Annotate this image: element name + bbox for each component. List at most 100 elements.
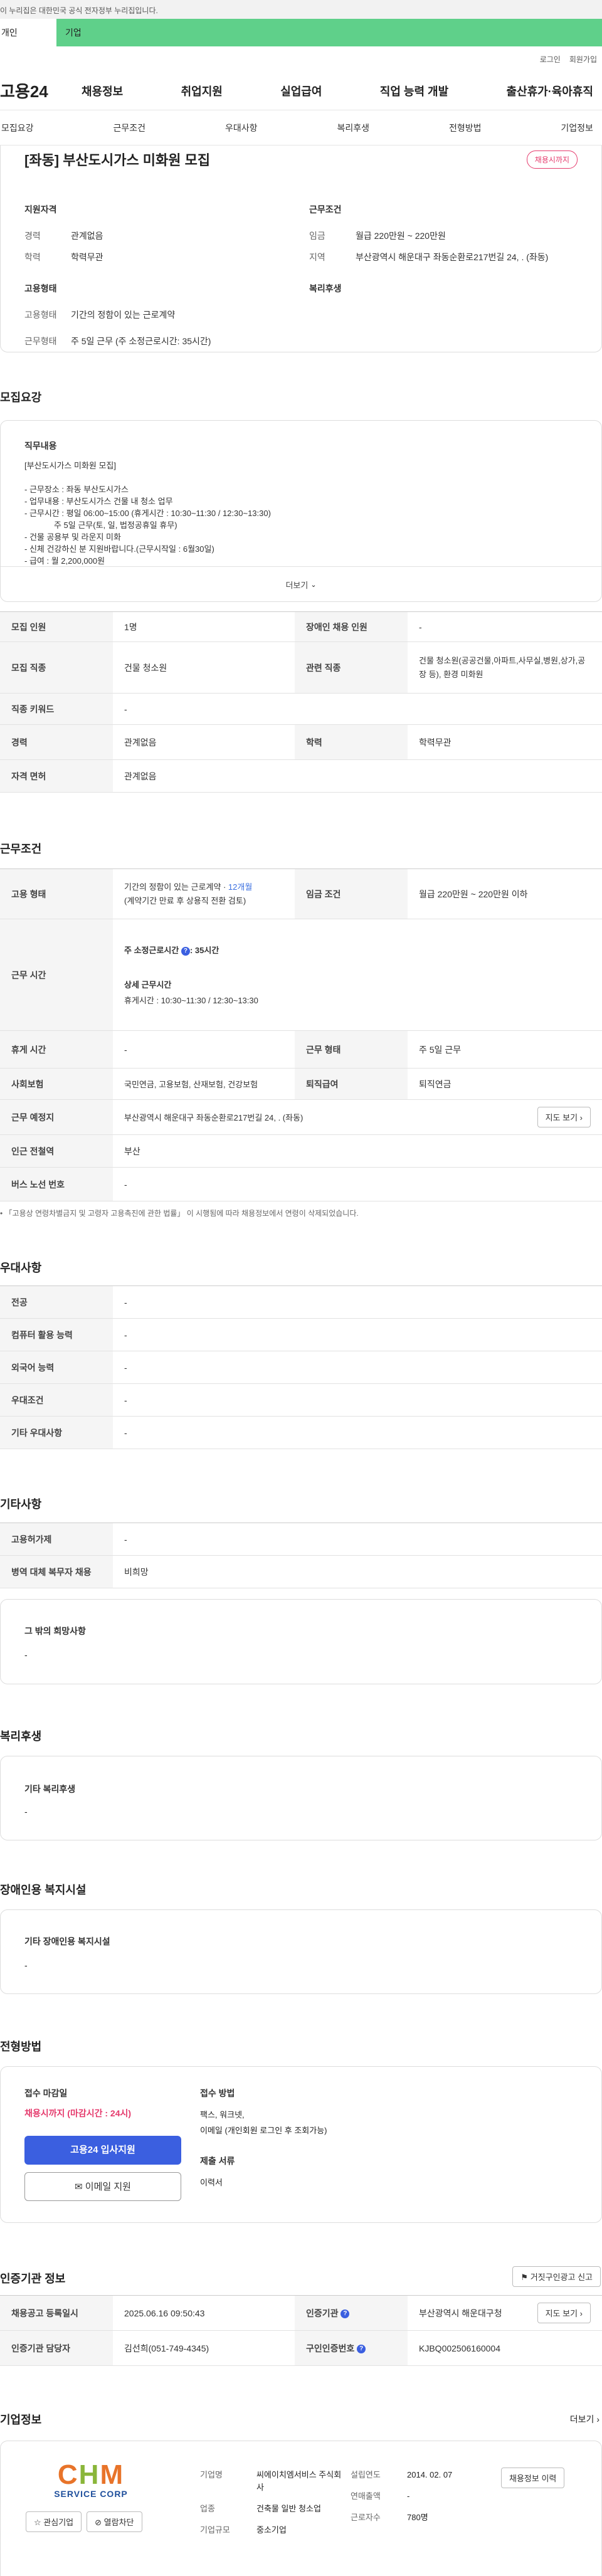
hiring-history-button[interactable]: 채용정보 이력 bbox=[501, 2468, 565, 2488]
cell-key: 모집 직종 bbox=[0, 641, 113, 694]
cell-key: 컴퓨터 활용 능력 bbox=[0, 1318, 113, 1351]
cell-key: 모집 인원 bbox=[0, 611, 113, 642]
wage-key: 임금 bbox=[309, 231, 325, 241]
site-logo[interactable]: 고용24 bbox=[0, 79, 82, 102]
chevron-right-icon: › bbox=[579, 1113, 583, 1122]
info-icon[interactable]: ? bbox=[357, 2344, 366, 2353]
docs-value: 이력서 bbox=[200, 2178, 223, 2187]
job-summary-card: [좌동] 부산도시가스 미화원 모집 채용시까지 지원자격 경력 관계없음 학력 학… bbox=[0, 145, 602, 352]
cell-value: - bbox=[113, 1351, 602, 1384]
size-value: 중소기업 bbox=[256, 2525, 287, 2535]
map-view-button[interactable]: 지도 보기 › bbox=[537, 1107, 591, 1127]
star-icon: ☆ bbox=[34, 2518, 41, 2527]
cell-value: 관계없음 bbox=[113, 724, 295, 760]
apply-button[interactable]: 고용24 입사지원 bbox=[24, 2136, 181, 2165]
cell-value: 퇴직연금 bbox=[408, 1068, 602, 1100]
favorite-company-button[interactable]: ☆ 관심기업 bbox=[26, 2511, 82, 2532]
gov-notice-bar: 이 누리집은 대한민국 공식 전자정부 누리집입니다. bbox=[0, 0, 602, 19]
join-link[interactable]: 회원가입 bbox=[569, 54, 597, 65]
cert-map-button[interactable]: 지도 보기 › bbox=[537, 2303, 591, 2323]
info-icon[interactable]: ? bbox=[181, 946, 190, 956]
gov-notice-text: 이 누리집은 대한민국 공식 전자정부 누리집입니다. bbox=[0, 6, 158, 15]
map-view-label: 지도 보기 bbox=[545, 1113, 578, 1122]
tab-personal-label: 개인 bbox=[1, 28, 18, 38]
gnb-item[interactable]: 직업 능력 개발 bbox=[380, 83, 448, 99]
tab-personal[interactable]: 개인 bbox=[0, 19, 56, 46]
subnav-item[interactable]: 전형방법 bbox=[448, 122, 483, 134]
subnav-item[interactable]: 우대사항 bbox=[224, 122, 259, 134]
subnav-item[interactable]: 기업정보 bbox=[559, 122, 594, 134]
method-value-2: 이메일 (개인회원 로그인 후 조회가능) bbox=[200, 2126, 327, 2135]
duty-more-label: 더보기 bbox=[285, 581, 309, 590]
rest-time-value: 휴게시간 : 10:30~11:30 / 12:30~13:30 bbox=[124, 996, 258, 1005]
deadline-badge: 채용시까지 bbox=[526, 150, 578, 169]
gnb-item[interactable]: 실업급여 bbox=[280, 83, 322, 99]
login-link[interactable]: 로그인 bbox=[540, 54, 561, 65]
job-title: [좌동] 부산도시가스 미화원 모집 bbox=[24, 152, 211, 168]
cert-no-key: 구인인증번호 bbox=[306, 2343, 355, 2353]
cell-value: 부산광역시 해운대구청 지도 보기 › bbox=[408, 2295, 602, 2331]
recruit-table: 모집 인원 1명 장애인 채용 인원 - 모집 직종 건물 청소원 관련 직종 건물 청소원… bbox=[0, 611, 602, 793]
cell-key: 전공 bbox=[0, 1285, 113, 1319]
conditions-label: 근무조건 bbox=[309, 204, 342, 214]
pref-table: 전공 - 컴퓨터 활용 능력 - 외국어 능력 - 우대조건 - 기타 우대사항 - bbox=[0, 1285, 602, 1449]
cell-value: 2025.06.16 09:50:43 bbox=[113, 2295, 295, 2331]
company-more-label: 더보기 bbox=[569, 2414, 594, 2424]
block-view-button[interactable]: ⊘ 열람차단 bbox=[87, 2511, 142, 2532]
table-row: 외국어 능력 - bbox=[0, 1351, 602, 1384]
site-logo-text: 고용24 bbox=[0, 82, 48, 101]
block-icon: ⊘ bbox=[95, 2518, 102, 2527]
duty-line: - 근무장소 : 좌동 부산도시가스 bbox=[24, 485, 129, 494]
cell-value: 주 소정근로시간 ?: 35시간 상세 근무시간 휴게시간 : 10:30~11… bbox=[113, 919, 602, 1031]
gnb-item[interactable]: 채용정보 bbox=[82, 83, 123, 99]
cell-key: 인증기관 ? bbox=[295, 2295, 408, 2331]
gnb-item[interactable]: 출산휴가·육아휴직 bbox=[507, 83, 593, 99]
cell-key: 관련 직종 bbox=[295, 641, 408, 694]
subnav-item[interactable]: 복리후생 bbox=[335, 122, 371, 134]
emptype-value: 기간의 정함이 있는 근로계약 bbox=[71, 310, 176, 320]
screening-heading: 전형방법 bbox=[0, 2040, 42, 2053]
gnb-item[interactable]: 취업지원 bbox=[181, 83, 223, 99]
company-card: CHM SERVICE CORP ☆ 관심기업 ⊘ 열람차단 기업명 씨에이치엠서… bbox=[0, 2441, 602, 2576]
cell-key: 인증기관 담당자 bbox=[0, 2330, 113, 2366]
cell-value: 부산 bbox=[113, 1134, 602, 1168]
cell-key: 임금 조건 bbox=[295, 868, 408, 919]
cell-key: 사회보험 bbox=[0, 1068, 113, 1100]
report-false-ad-button[interactable]: ⚑ 거짓구인광고 신고 bbox=[512, 2266, 601, 2287]
cell-value: 관계없음 bbox=[113, 759, 602, 793]
industry-value: 건축물 일반 청소업 bbox=[256, 2504, 321, 2513]
subnav-item[interactable]: 근무조건 bbox=[112, 122, 147, 134]
chevron-down-icon: ⌄ bbox=[310, 581, 317, 589]
email-apply-button[interactable]: ✉ 이메일 지원 bbox=[24, 2172, 181, 2201]
flag-icon: ⚑ bbox=[520, 2272, 529, 2282]
company-more-link[interactable]: 더보기 › bbox=[570, 2413, 599, 2426]
cell-key: 버스 노선 번호 bbox=[0, 1167, 113, 1201]
duty-more-button[interactable]: 더보기 ⌄ bbox=[1, 566, 601, 601]
work-place-value: 부산광역시 해운대구 좌동순환로217번길 24, . (좌동) bbox=[124, 1113, 304, 1122]
cell-key: 자격 면허 bbox=[0, 759, 113, 793]
sales-value: - bbox=[407, 2491, 410, 2501]
size-key: 기업규모 bbox=[200, 2525, 230, 2535]
gnb-menu: 채용정보 취업지원 실업급여 직업 능력 개발 출산휴가·육아휴직 bbox=[82, 83, 602, 99]
disab-etc-value: - bbox=[24, 1960, 28, 1970]
mail-icon: ✉ bbox=[75, 2182, 83, 2192]
company-name-key: 기업명 bbox=[200, 2470, 223, 2479]
deadline-value: 채용시까지 (마감시간 : 24시) bbox=[24, 2108, 132, 2118]
cell-value: - bbox=[113, 1383, 602, 1417]
tab-business[interactable]: 기업 bbox=[56, 19, 602, 46]
duty-line: - 근무시간 : 평일 06:00~15:00 (휴게시간 : 10:30~11… bbox=[24, 509, 271, 518]
cell-value: 김선희(051-749-4345) bbox=[113, 2330, 295, 2366]
info-icon[interactable]: ? bbox=[341, 2309, 350, 2318]
company-name-value: 씨에이치엠서비스 주식회사 bbox=[256, 2470, 342, 2492]
cell-key: 인근 전철역 bbox=[0, 1134, 113, 1168]
company-heading: 기업정보 bbox=[0, 2414, 42, 2426]
deadline-label: 접수 마감일 bbox=[24, 2088, 68, 2098]
cell-key: 학력 bbox=[295, 724, 408, 760]
cell-key: 장애인 채용 인원 bbox=[295, 611, 408, 642]
table-row: 전공 - bbox=[0, 1285, 602, 1319]
cell-value: 1명 bbox=[113, 611, 295, 642]
subnav-item[interactable]: 모집요강 bbox=[0, 122, 35, 134]
cell-key: 직종 키워드 bbox=[0, 693, 113, 725]
region-key: 지역 bbox=[309, 252, 325, 262]
cert-org-value: 부산광역시 해운대구청 bbox=[419, 2308, 502, 2318]
